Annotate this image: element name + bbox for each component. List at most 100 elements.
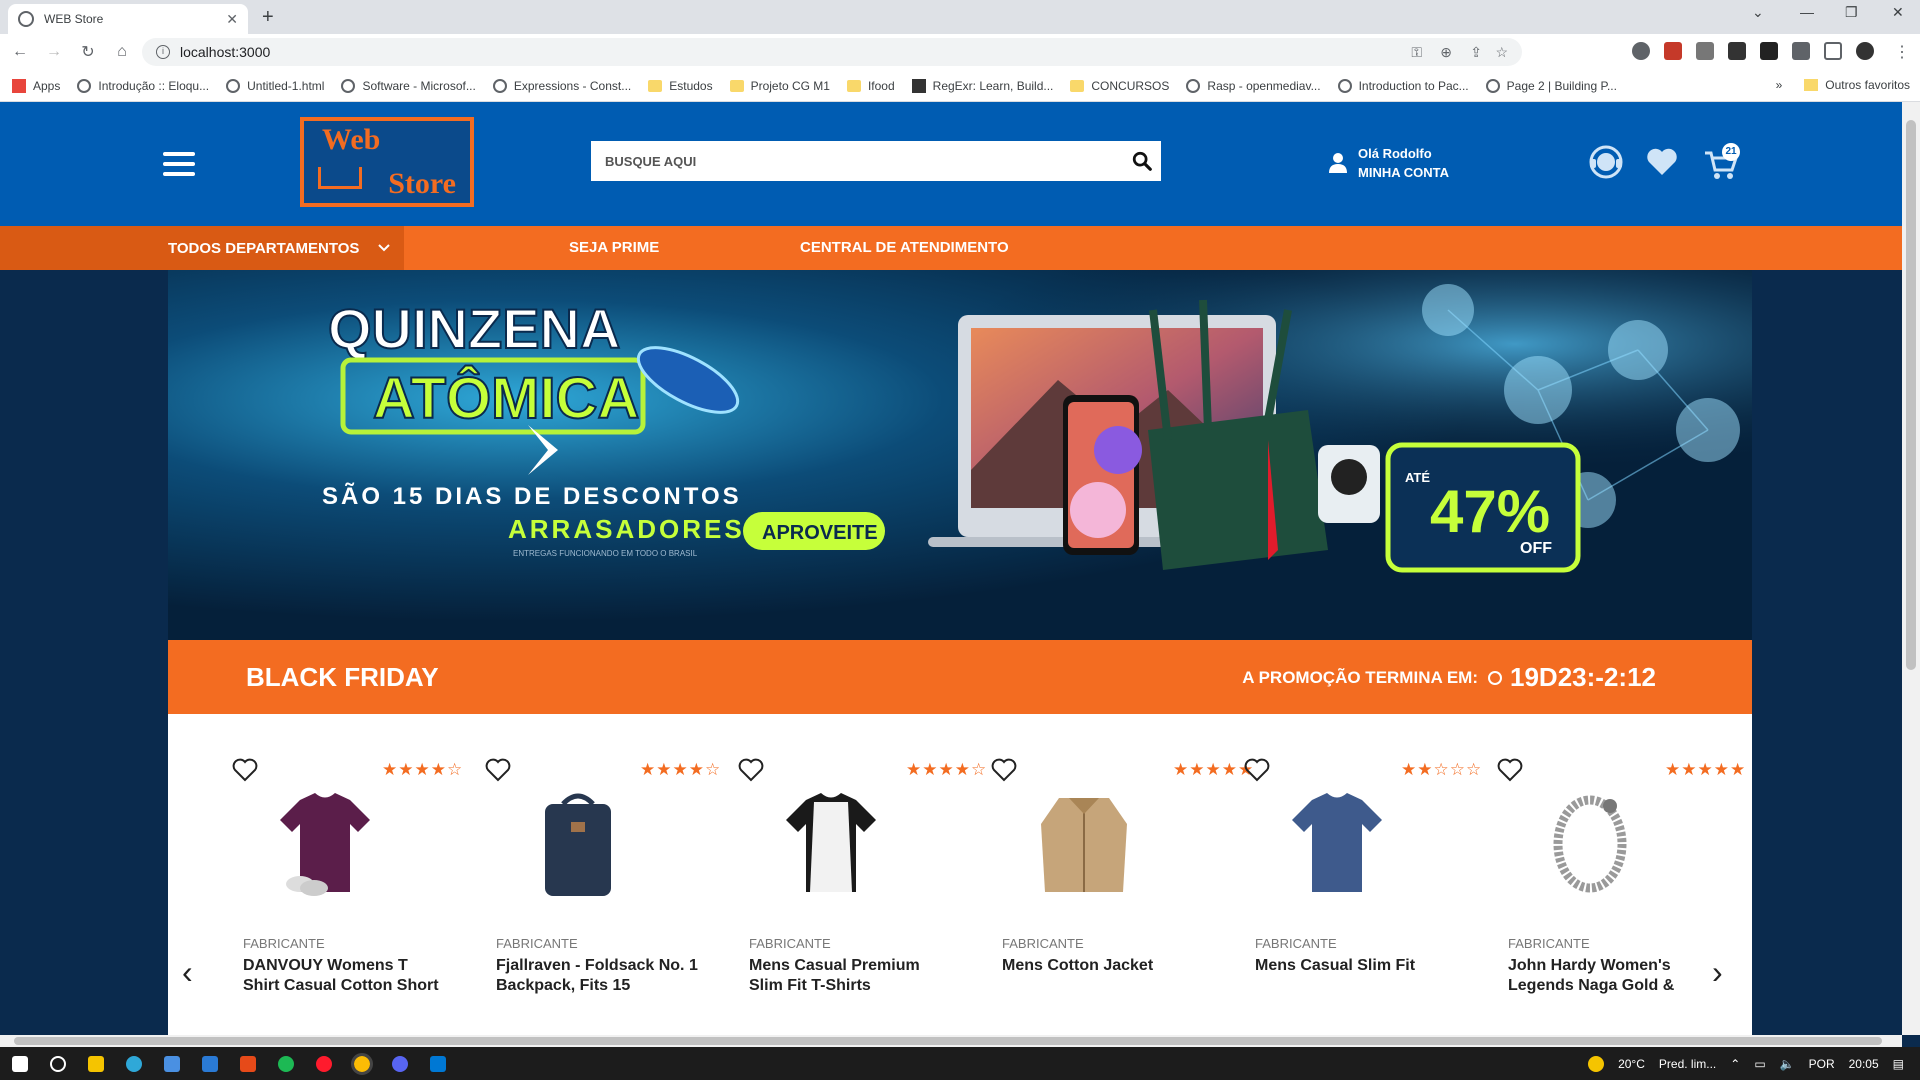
other-bookmarks[interactable]: » Outros favoritos [1776, 78, 1910, 92]
medium-icon[interactable] [1760, 42, 1778, 60]
product-card[interactable]: ★★★★☆ FABRICANTE DANVOUY Womens T Shirt Ca… [182, 758, 462, 1028]
product-name[interactable]: Fjallraven - Foldsack No. 1 Backpack, Fi… [496, 956, 701, 996]
product-name[interactable]: Mens Casual Premium Slim Fit T-Shirts [749, 956, 954, 996]
zoom-icon[interactable]: ⊕ [1440, 44, 1452, 61]
extension-icon[interactable] [1696, 42, 1714, 60]
restore-button[interactable]: ❐ [1845, 4, 1858, 21]
info-icon[interactable]: i [156, 45, 170, 59]
bookmarks-overflow-icon[interactable]: » [1776, 78, 1783, 92]
new-tab-button[interactable]: + [262, 6, 274, 29]
discord-icon[interactable] [392, 1055, 408, 1072]
minimize-button[interactable]: — [1800, 4, 1814, 20]
browser-tab[interactable]: WEB Store ✕ [8, 4, 248, 34]
extension-icon[interactable] [1728, 42, 1746, 60]
product-card[interactable]: ★★★★☆ FABRICANTE Mens Casual Premium Slim … [688, 758, 986, 1028]
favorite-heart-icon[interactable] [485, 758, 511, 782]
product-image[interactable] [776, 788, 886, 898]
bookmark-item[interactable]: Page 2 | Building P... [1485, 78, 1617, 93]
product-image[interactable] [1282, 788, 1392, 898]
extension-icon[interactable] [1664, 42, 1682, 60]
vscode-icon[interactable] [430, 1055, 446, 1072]
bookmark-item[interactable]: Ifood [846, 79, 895, 93]
search-icon[interactable] [1131, 150, 1153, 172]
share-icon[interactable]: ⇪ [1470, 44, 1482, 61]
bookmark-item[interactable]: Introduction to Pac... [1337, 78, 1469, 93]
bookmark-item[interactable]: Introdução :: Eloqu... [77, 78, 209, 93]
product-image[interactable] [270, 788, 380, 898]
support-headset-icon[interactable] [1588, 144, 1624, 180]
close-tab-icon[interactable]: ✕ [226, 11, 238, 28]
promo-banner[interactable]: QUINZENA ATÔMICA SÃO 15 DIAS DE DESCONTO… [168, 270, 1752, 640]
hamburger-menu-icon[interactable] [163, 152, 195, 176]
bookmark-star-icon[interactable]: ☆ [1495, 44, 1508, 61]
horizontal-scrollbar[interactable] [0, 1035, 1902, 1047]
file-explorer-icon[interactable] [88, 1055, 104, 1072]
forward-icon[interactable]: → [40, 43, 68, 61]
bookmark-item[interactable]: Software - Microsof... [341, 78, 476, 93]
favorite-heart-icon[interactable] [991, 758, 1017, 782]
product-image[interactable] [523, 788, 633, 898]
avatar[interactable] [1856, 42, 1874, 60]
all-departments-dropdown[interactable]: TODOS DEPARTAMENTOS [0, 226, 404, 270]
windows-start-icon[interactable] [12, 1055, 28, 1072]
product-name[interactable]: Mens Cotton Jacket [1002, 956, 1207, 976]
bookmark-item[interactable]: CONCURSOS [1070, 79, 1169, 93]
bookmark-item[interactable]: Rasp - openmediav... [1186, 78, 1321, 93]
product-card[interactable]: ★★★★★ FABRICANTE Mens Cotton Jacket [941, 758, 1253, 1028]
menu-kebab-icon[interactable]: ⋮ [1894, 42, 1910, 62]
carousel-next-arrow[interactable]: › [1712, 954, 1723, 991]
back-icon[interactable]: ← [6, 43, 34, 61]
bookmark-item[interactable]: Projeto CG M1 [729, 79, 830, 93]
product-image[interactable] [1535, 788, 1645, 898]
side-panel-icon[interactable] [1824, 42, 1842, 60]
favorite-heart-icon[interactable] [232, 758, 258, 782]
search-icon[interactable] [50, 1055, 66, 1072]
search-input[interactable] [591, 141, 1161, 181]
close-window-button[interactable]: ✕ [1892, 4, 1904, 21]
nav-link-support[interactable]: CENTRAL DE ATENDIMENTO [800, 239, 1009, 256]
bookmark-item[interactable]: Apps [12, 78, 60, 93]
bookmark-item[interactable]: RegExr: Learn, Build... [911, 78, 1053, 93]
product-name[interactable]: DANVOUY Womens T Shirt Casual Cotton Sho… [243, 956, 448, 996]
tab-search-icon[interactable]: ⌄ [1752, 4, 1764, 21]
favorite-heart-icon[interactable] [738, 758, 764, 782]
globe-icon [1485, 78, 1500, 93]
favorite-heart-icon[interactable] [1244, 758, 1270, 782]
office-icon[interactable] [240, 1055, 256, 1072]
address-bar[interactable]: i localhost:3000 ⚿ ⊕ ⇪ ☆ [142, 38, 1522, 66]
weather-desc[interactable]: Pred. lim... [1659, 1057, 1716, 1071]
volume-icon[interactable]: 🔈 [1780, 1057, 1795, 1071]
reload-icon[interactable]: ↻ [74, 42, 102, 62]
product-card[interactable]: ★★☆☆☆ FABRICANTE Mens Casual Slim Fit [1194, 758, 1481, 1028]
edge-icon[interactable] [126, 1055, 142, 1072]
extension-icon[interactable] [1632, 42, 1650, 60]
chevron-up-icon[interactable]: ⌃ [1730, 1057, 1740, 1071]
weather-temp[interactable]: 20°C [1618, 1057, 1645, 1071]
product-card[interactable]: ★★★★☆ FABRICANTE Fjallraven - Foldsack No.… [435, 758, 720, 1028]
key-icon[interactable]: ⚿ [1411, 44, 1422, 61]
user-account-link[interactable]: Olá Rodolfo MINHA CONTA [1328, 144, 1449, 182]
wishlist-heart-icon[interactable] [1646, 148, 1678, 176]
clock-time[interactable]: 20:05 [1849, 1057, 1879, 1071]
bookmark-item[interactable]: Untitled-1.html [226, 78, 324, 93]
home-icon[interactable]: ⌂ [108, 43, 136, 61]
opera-icon[interactable] [316, 1055, 332, 1072]
language-indicator[interactable]: POR [1809, 1057, 1835, 1071]
site-logo[interactable]: Web Store [300, 117, 474, 207]
network-icon[interactable]: ▭ [1754, 1057, 1765, 1071]
store-icon[interactable] [164, 1055, 180, 1072]
bookmark-item[interactable]: Expressions - Const... [492, 78, 631, 93]
chrome-icon[interactable] [351, 1052, 373, 1075]
nav-link-prime[interactable]: SEJA PRIME [569, 239, 659, 256]
spotify-icon[interactable] [278, 1055, 294, 1072]
product-name[interactable]: John Hardy Women's Legends Naga Gold & [1508, 956, 1713, 996]
mail-icon[interactable] [202, 1055, 218, 1072]
product-card[interactable]: ★★★★★ FABRICANTE John Hardy Women's Legend… [1447, 758, 1745, 1028]
vertical-scrollbar[interactable] [1902, 102, 1920, 1035]
puzzle-icon[interactable] [1792, 42, 1810, 60]
notifications-icon[interactable]: ▤ [1893, 1057, 1904, 1071]
favorite-heart-icon[interactable] [1497, 758, 1523, 782]
bookmark-item[interactable]: Estudos [648, 79, 713, 93]
product-image[interactable] [1029, 788, 1139, 898]
product-name[interactable]: Mens Casual Slim Fit [1255, 956, 1460, 976]
